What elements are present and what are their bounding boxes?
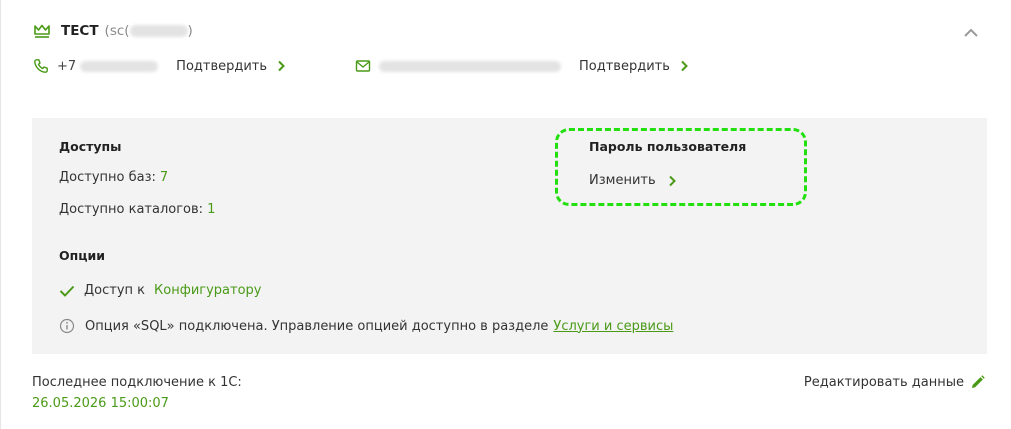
chevron-right-icon — [681, 60, 688, 72]
phone-row: +7 Подтвердить — [33, 56, 286, 76]
edit-data-button[interactable]: Редактировать данные — [804, 375, 985, 390]
chevron-up-icon[interactable] — [961, 24, 981, 42]
email-confirm-button[interactable]: Подтвердить — [579, 59, 689, 74]
chevron-right-icon — [668, 175, 676, 186]
email-value — [379, 60, 561, 72]
bases-count: Доступно баз: 7 — [59, 170, 169, 185]
access-heading: Доступы — [59, 139, 122, 154]
sql-option: Опция «SQL» подключена. Управление опцие… — [59, 318, 673, 334]
phone-value: +7 — [57, 59, 159, 74]
redacted-email — [379, 60, 561, 72]
email-row: Подтвердить — [355, 56, 689, 76]
check-icon — [59, 285, 75, 297]
phone-icon — [34, 59, 48, 73]
bases-value: 7 — [159, 170, 169, 185]
configurator-option: Доступ к Конфигуратору — [59, 283, 261, 298]
crown-icon — [34, 24, 50, 38]
user-header: ТЕСТ (sc( ) — [33, 20, 193, 42]
user-login: (sc( ) — [104, 23, 193, 39]
info-icon — [59, 318, 75, 334]
redacted-phone — [80, 60, 159, 72]
phone-confirm-button[interactable]: Подтвердить — [176, 59, 286, 74]
password-heading: Пароль пользователя — [589, 139, 747, 154]
user-card: ТЕСТ (sc( ) +7 Подтвердить Подтвердить Д… — [0, 0, 1011, 429]
user-name: ТЕСТ — [61, 23, 99, 39]
mail-icon — [355, 60, 371, 72]
access-panel: Доступы Доступно баз: 7 Доступно каталог… — [32, 118, 987, 354]
configurator-link[interactable]: Конфигуратору — [154, 283, 261, 298]
catalogs-value: 1 — [207, 202, 216, 217]
catalogs-count: Доступно каталогов: 1 — [59, 202, 216, 217]
redacted-login — [129, 25, 188, 37]
pencil-icon — [972, 375, 985, 388]
last-connection-date: 26.05.2026 15:00:07 — [32, 396, 169, 411]
change-password-button[interactable]: Изменить — [589, 173, 677, 188]
options-heading: Опции — [59, 248, 106, 263]
last-connection-label: Последнее подключение к 1С: — [32, 375, 242, 390]
chevron-right-icon — [278, 60, 285, 72]
services-link[interactable]: Услуги и сервисы — [553, 319, 673, 334]
